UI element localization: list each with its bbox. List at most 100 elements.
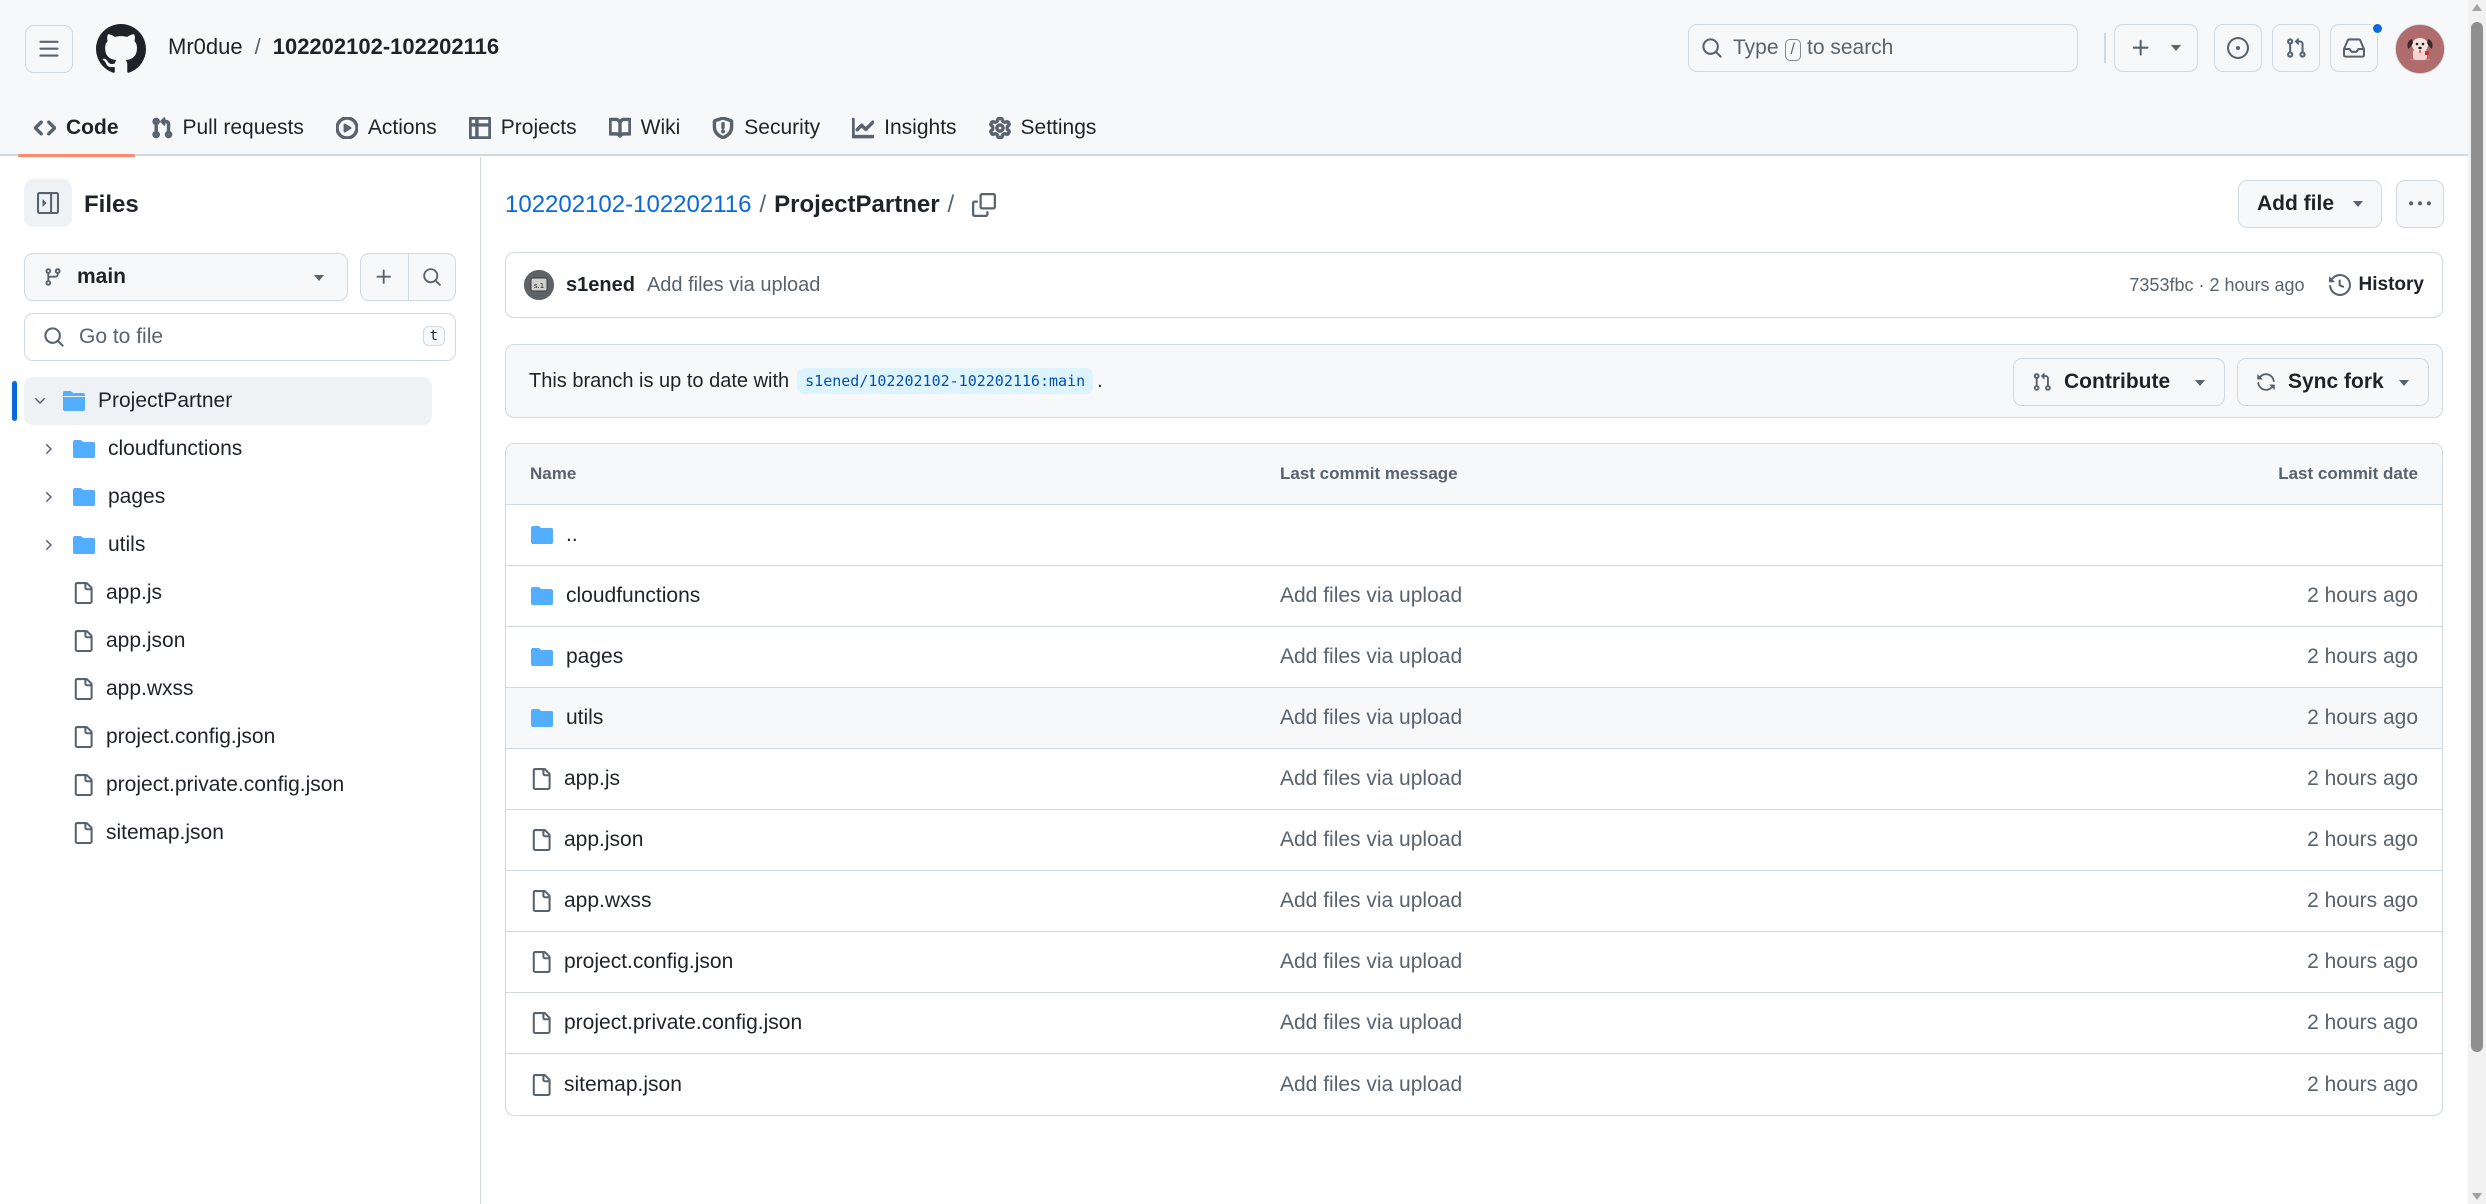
contribute-dropdown[interactable]: Contribute [2013, 358, 2225, 406]
hamburger-icon [39, 40, 59, 57]
tab-actions[interactable]: Actions [320, 100, 453, 156]
folder-icon [73, 488, 95, 506]
file-row[interactable]: pages Add files via upload 2 hours ago [506, 627, 2442, 688]
go-to-file-input[interactable]: Go to file t [24, 313, 456, 361]
file-name-link[interactable]: .. [566, 523, 578, 547]
file-row[interactable]: project.config.json Add files via upload 2… [506, 932, 2442, 993]
file-row[interactable]: utils Add files via upload 2 hours ago [506, 688, 2442, 749]
history-icon [2328, 274, 2351, 296]
commit-message-link[interactable]: Add files via upload [1280, 645, 2142, 669]
create-new-button[interactable] [2114, 24, 2198, 72]
upstream-branch-ref[interactable]: s1ened/102202102-102202116:main [797, 368, 1094, 394]
chevron-right-icon[interactable] [36, 441, 60, 457]
commit-message-link[interactable]: Add files via upload [1280, 767, 2142, 791]
pull-requests-button[interactable] [2272, 24, 2320, 72]
commit-message-link[interactable]: Add files via upload [1280, 828, 2142, 852]
file-table: Name Last commit message Last commit dat… [505, 443, 2443, 1116]
file-name-link[interactable]: cloudfunctions [566, 584, 700, 608]
file-name-link[interactable]: app.json [564, 828, 643, 852]
commit-message-link[interactable]: Add files via upload [1280, 1073, 2142, 1097]
file-name-link[interactable]: project.config.json [564, 950, 733, 974]
branch-name: main [77, 265, 127, 288]
more-options-button[interactable] [2396, 180, 2444, 228]
tab-code[interactable]: Code [18, 100, 135, 158]
contribute-label: Contribute [2064, 370, 2171, 393]
page-scrollbar[interactable] [2468, 0, 2486, 1204]
file-icon [74, 630, 93, 652]
owner-link[interactable]: Mr0due [168, 34, 243, 60]
caret-down-icon [2195, 380, 2205, 386]
scrollbar-thumb[interactable] [2471, 22, 2483, 1052]
issues-button[interactable] [2214, 24, 2262, 72]
tree-item-utils[interactable]: utils [0, 521, 480, 569]
tab-insights[interactable]: Insights [836, 100, 972, 156]
tree-item-project-config-json[interactable]: project.config.json [0, 713, 480, 761]
file-row[interactable]: app.wxss Add files via upload 2 hours ago [506, 871, 2442, 932]
branch-selector[interactable]: main [24, 253, 348, 301]
tree-item-label: pages [108, 485, 166, 508]
file-name-link[interactable]: utils [566, 706, 603, 730]
search-files-button[interactable] [409, 254, 456, 300]
breadcrumb-repo-link[interactable]: 102202102-102202116 [505, 191, 751, 219]
tree-item-app-json[interactable]: app.json [0, 617, 480, 665]
tab-security[interactable]: Security [696, 100, 836, 156]
commit-date: 2 hours ago [2307, 889, 2418, 912]
tab-pull-requests[interactable]: Pull requests [135, 100, 320, 156]
parent-directory-row[interactable]: .. [506, 505, 2442, 566]
commit-hash-time[interactable]: 7353fbc · 2 hours ago [2129, 275, 2304, 296]
add-file-dropdown[interactable]: Add file [2238, 180, 2382, 228]
history-link[interactable]: History [2328, 274, 2424, 296]
collapse-sidebar-button[interactable] [24, 179, 72, 227]
tree-item-app-wxss[interactable]: app.wxss [0, 665, 480, 713]
copy-path-button[interactable] [972, 193, 997, 217]
commit-message-link[interactable]: Add files via upload [647, 274, 820, 297]
file-name-link[interactable]: app.wxss [564, 889, 652, 913]
tab-settings[interactable]: Settings [973, 100, 1113, 156]
tab-label: Actions [367, 116, 437, 139]
chevron-right-icon[interactable] [36, 537, 60, 553]
file-name-link[interactable]: project.private.config.json [564, 1011, 802, 1035]
file-row[interactable]: app.json Add files via upload 2 hours ago [506, 810, 2442, 871]
commit-message-link[interactable]: Add files via upload [1280, 1011, 2142, 1035]
add-file-button[interactable] [361, 254, 409, 300]
tab-label: Insights [884, 116, 957, 139]
file-row[interactable]: app.js Add files via upload 2 hours ago [506, 749, 2442, 810]
github-logo-icon[interactable] [96, 24, 146, 74]
branch-status-text: This branch is up to date with [529, 369, 790, 392]
tree-item-projectpartner[interactable]: ProjectPartner [24, 377, 432, 425]
commit-message-link[interactable]: Add files via upload [1280, 889, 2142, 913]
menu-button[interactable] [25, 25, 73, 73]
tree-item-label: cloudfunctions [108, 437, 243, 460]
repo-link[interactable]: 102202102-102202116 [273, 34, 499, 60]
file-row[interactable]: cloudfunctions Add files via upload 2 hour… [506, 566, 2442, 627]
file-row[interactable]: sitemap.json Add files via upload 2 hours … [506, 1054, 2442, 1115]
tree-item-cloudfunctions[interactable]: cloudfunctions [0, 425, 480, 473]
scroll-down-arrow-icon[interactable] [2472, 1193, 2482, 1200]
user-avatar[interactable] [2395, 24, 2445, 74]
search-icon [1702, 38, 1722, 58]
file-name-link[interactable]: pages [566, 645, 623, 669]
search-input[interactable]: Type / to search [1688, 24, 2078, 72]
sync-fork-dropdown[interactable]: Sync fork [2237, 358, 2429, 406]
commit-author-link[interactable]: s1ened [566, 274, 635, 297]
commit-message-link[interactable]: Add files via upload [1280, 706, 2142, 730]
tab-projects[interactable]: Projects [453, 100, 593, 156]
file-name-link[interactable]: app.js [564, 767, 620, 791]
tree-item-sitemap-json[interactable]: sitemap.json [0, 809, 480, 857]
file-name-link[interactable]: sitemap.json [564, 1073, 682, 1097]
tab-wiki[interactable]: Wiki [593, 100, 697, 156]
tree-item-pages[interactable]: pages [0, 473, 480, 521]
folder-icon [531, 526, 553, 544]
table-icon [468, 117, 491, 139]
go-to-file-shortcut: t [422, 326, 445, 346]
commit-message-link[interactable]: Add files via upload [1280, 950, 2142, 974]
tree-item-project-private-config-json[interactable]: project.private.config.json [0, 761, 480, 809]
author-avatar-icon: s.1 [524, 270, 554, 300]
chevron-down-icon[interactable] [28, 393, 52, 409]
commit-message-link[interactable]: Add files via upload [1280, 584, 2142, 608]
tree-item-app-js[interactable]: app.js [0, 569, 480, 617]
scroll-up-arrow-icon[interactable] [2472, 4, 2482, 11]
file-row[interactable]: project.private.config.json Add files via… [506, 993, 2442, 1054]
chevron-right-icon[interactable] [36, 489, 60, 505]
commit-author-avatar[interactable]: s.1 [524, 270, 554, 300]
